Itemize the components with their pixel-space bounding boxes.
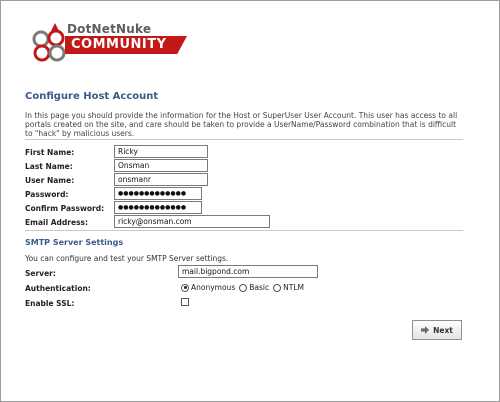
auth-option-label: Basic (249, 283, 270, 292)
password-field[interactable]: ●●●●●●●●●●●●● (114, 187, 202, 200)
server-label: Server: (25, 269, 56, 278)
arrow-right-icon (421, 326, 430, 334)
user-name-field[interactable]: onsmanr (114, 173, 208, 186)
confirm-password-label: Confirm Password: (25, 204, 105, 213)
email-label: Email Address: (25, 218, 89, 227)
divider (25, 230, 463, 231)
next-button-label: Next (433, 325, 453, 335)
radio-selected-icon[interactable] (181, 283, 189, 292)
auth-option-basic[interactable]: Basic (239, 283, 269, 292)
authentication-options: Anonymous Basic NTLM (181, 283, 308, 292)
first-name-field[interactable]: Ricky (114, 145, 208, 158)
enable-ssl-checkbox[interactable] (181, 298, 189, 306)
logo-edition-text: COMMUNITY (71, 37, 167, 52)
radio-icon[interactable] (273, 283, 282, 292)
radio-icon[interactable] (239, 283, 248, 292)
last-name-label: Last Name: (25, 162, 73, 171)
authentication-label: Authentication: (25, 284, 91, 293)
auth-option-anonymous[interactable]: Anonymous (181, 283, 235, 292)
page-title: Configure Host Account (25, 91, 159, 102)
auth-option-label: Anonymous (191, 283, 236, 292)
auth-option-ntlm[interactable]: NTLM (273, 283, 304, 292)
smtp-note: You can configure and test your SMTP Ser… (25, 254, 229, 263)
first-name-label: First Name: (25, 148, 75, 157)
last-name-field[interactable]: Onsman (114, 159, 208, 172)
auth-option-label: NTLM (283, 283, 304, 292)
intro-text: In this page you should provide the info… (25, 111, 458, 138)
logo-brand-text: DotNetNuke (67, 22, 152, 36)
enable-ssl-label: Enable SSL: (25, 299, 75, 308)
divider (25, 139, 463, 140)
email-field[interactable]: ricky@onsman.com (114, 215, 270, 228)
setup-wizard-window: DotNetNuke COMMUNITY Configure Host Acco… (0, 0, 500, 402)
confirm-password-field[interactable]: ●●●●●●●●●●●●● (114, 201, 202, 214)
password-label: Password: (25, 190, 69, 199)
user-name-label: User Name: (25, 176, 75, 185)
next-button[interactable]: Next (412, 320, 462, 340)
smtp-section-title: SMTP Server Settings (25, 238, 124, 247)
smtp-server-field[interactable]: mail.bigpond.com (178, 265, 318, 278)
